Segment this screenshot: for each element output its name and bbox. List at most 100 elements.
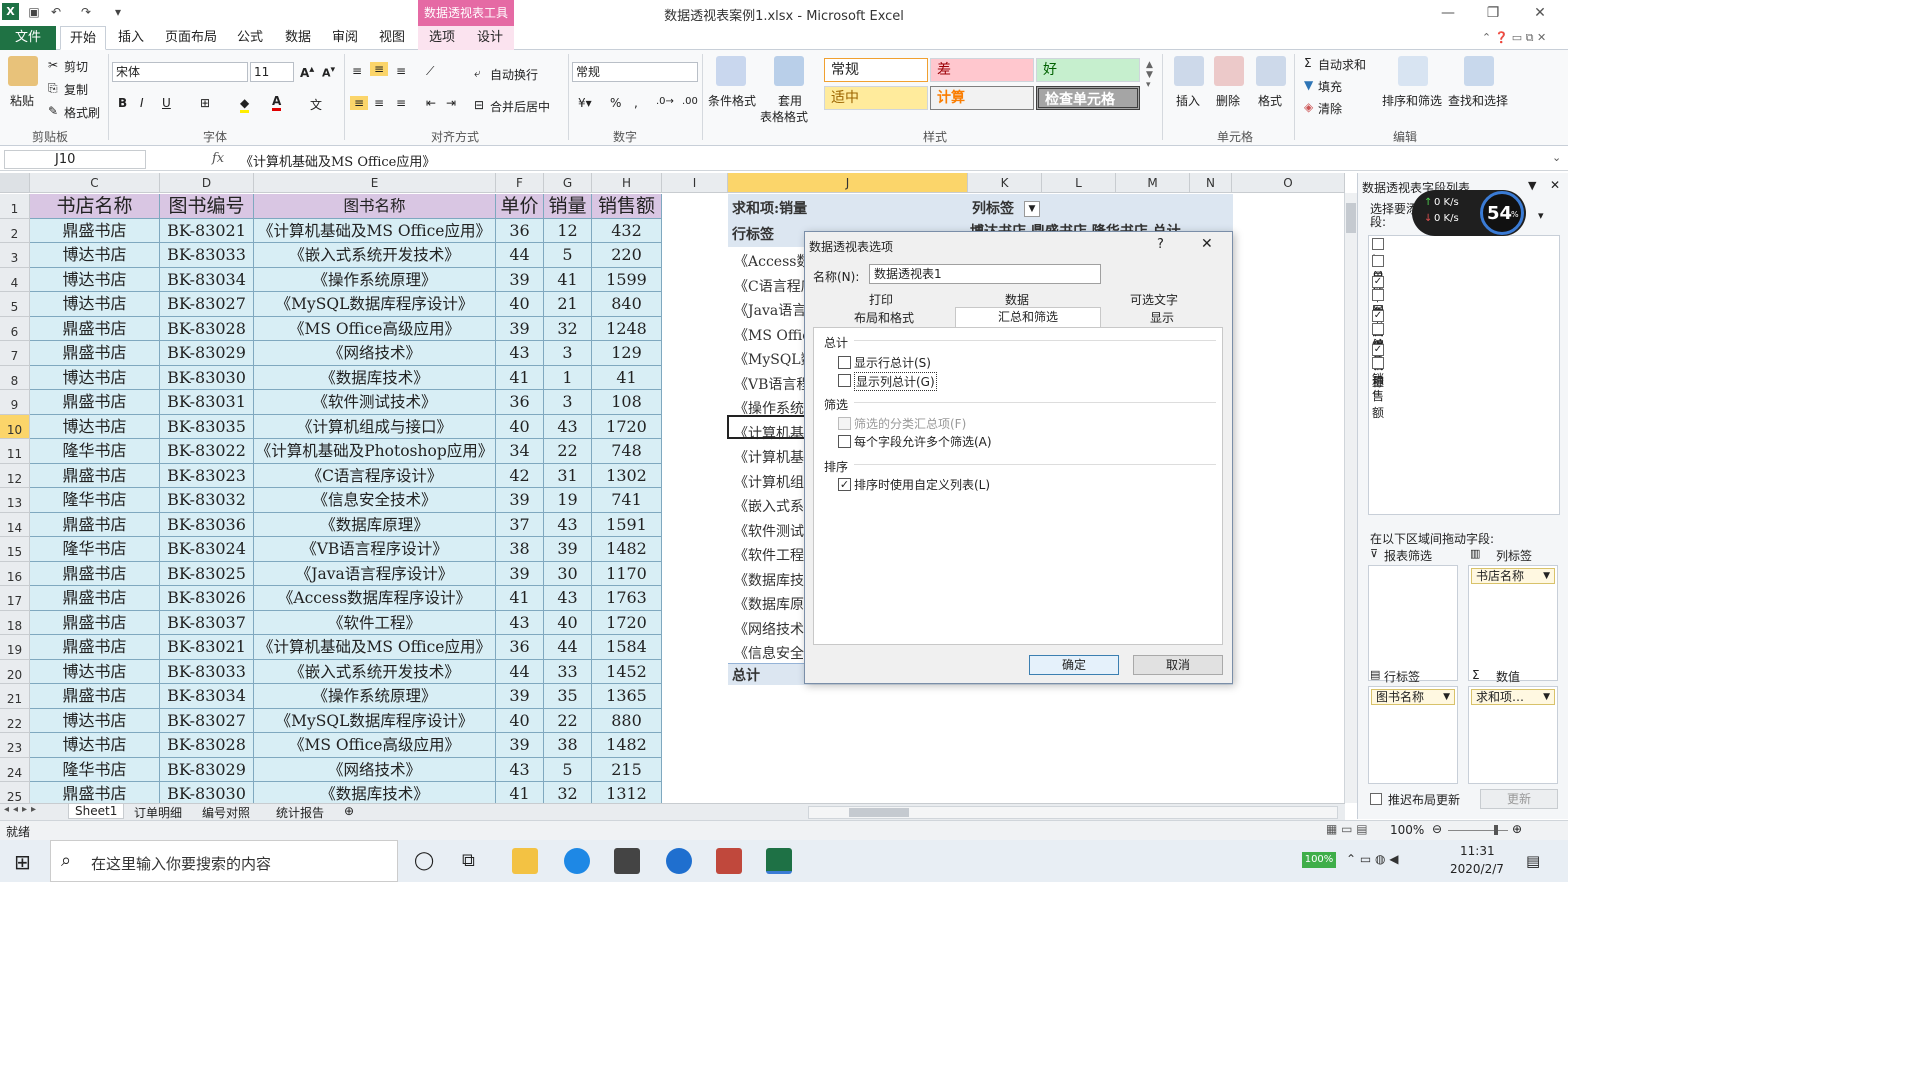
table-cell[interactable]: 鼎盛书店	[30, 512, 160, 537]
tab-file[interactable]: 文件	[0, 26, 56, 50]
new-sheet-icon[interactable]: ⊕	[344, 804, 354, 818]
row-header[interactable]: 5	[0, 292, 30, 317]
tab-insert[interactable]: 插入	[112, 26, 150, 50]
table-cell[interactable]: 博达书店	[30, 708, 160, 733]
row-field-chip[interactable]: 图书名称 ▼	[1371, 689, 1455, 705]
table-cell[interactable]: 42	[496, 463, 544, 488]
field-checkbox[interactable]: ✓	[1372, 310, 1384, 322]
zoom-slider[interactable]	[1448, 830, 1508, 831]
table-cell[interactable]: 《网络技术》	[254, 341, 496, 366]
table-header-cell[interactable]: 图书名称	[254, 194, 496, 219]
table-cell[interactable]: 隆华书店	[30, 439, 160, 464]
table-cell[interactable]: 1302	[592, 463, 662, 488]
table-cell[interactable]: BK-83022	[160, 439, 254, 464]
column-header-k[interactable]: K	[968, 173, 1042, 193]
table-cell[interactable]: 43	[544, 512, 592, 537]
column-field-chip[interactable]: 书店名称 ▼	[1471, 568, 1555, 584]
pivot-row-item[interactable]: 《网络技术	[734, 619, 806, 639]
table-cell[interactable]: BK-83028	[160, 316, 254, 341]
table-cell[interactable]: 44	[496, 659, 544, 684]
number-format-select[interactable]: 常规	[572, 62, 698, 82]
table-cell[interactable]: 41	[592, 365, 662, 390]
table-cell[interactable]: BK-83031	[160, 390, 254, 415]
tab-design[interactable]: 设计	[466, 26, 514, 50]
pivot-row-item[interactable]: 《数据库原	[734, 594, 806, 614]
font-color-icon[interactable]: A	[272, 94, 282, 111]
field-checkbox[interactable]: ✓	[1372, 276, 1384, 288]
table-cell[interactable]: 1720	[592, 610, 662, 635]
format-cells-icon[interactable]	[1256, 56, 1286, 86]
autosum-button[interactable]: 自动求和	[1318, 56, 1366, 73]
table-cell[interactable]: 《MS Office高级应用》	[254, 733, 496, 758]
italic-icon[interactable]: I	[140, 96, 144, 110]
table-cell[interactable]: 博达书店	[30, 659, 160, 684]
table-cell[interactable]: 《数据库原理》	[254, 512, 496, 537]
table-cell[interactable]: BK-83021	[160, 218, 254, 243]
table-cell[interactable]: BK-83033	[160, 243, 254, 268]
table-cell[interactable]: 41	[496, 586, 544, 611]
table-cell[interactable]: 748	[592, 439, 662, 464]
ribbon-window-controls[interactable]: ⌃ ❓ ▭ ⧉ ✕	[1464, 26, 1564, 50]
table-cell[interactable]: 隆华书店	[30, 757, 160, 782]
table-cell[interactable]: 5	[544, 243, 592, 268]
table-cell[interactable]: BK-83025	[160, 561, 254, 586]
table-cell[interactable]: 22	[544, 439, 592, 464]
table-header-cell[interactable]: 销量	[544, 194, 592, 219]
table-cell[interactable]: 19	[544, 488, 592, 513]
taskbar-search-box[interactable]: ⌕ 在这里输入你要搜索的内容	[50, 840, 398, 882]
table-cell[interactable]: 《C语言程序设计》	[254, 463, 496, 488]
align-right-icon[interactable]: ≡	[396, 96, 406, 110]
horizontal-scrollbar[interactable]	[808, 806, 1338, 819]
table-cell[interactable]: 3	[544, 341, 592, 366]
clock-app-icon[interactable]	[564, 848, 590, 874]
style-calculation[interactable]: 计算	[930, 86, 1034, 110]
table-cell[interactable]: 43	[496, 610, 544, 635]
format-as-table-icon[interactable]	[774, 56, 804, 86]
table-cell[interactable]: 40	[496, 292, 544, 317]
table-cell[interactable]: 鼎盛书店	[30, 463, 160, 488]
dialog-tab-alt-text[interactable]: 可选文字	[1085, 291, 1223, 309]
conditional-format-button[interactable]: 条件格式	[708, 92, 756, 109]
table-cell[interactable]: 39	[496, 267, 544, 292]
row-header[interactable]: 7	[0, 341, 30, 366]
field-checkbox[interactable]: ✓	[1372, 344, 1384, 356]
table-cell[interactable]: BK-83030	[160, 782, 254, 803]
table-header-cell[interactable]: 图书编号	[160, 194, 254, 219]
format-as-table-button[interactable]: 套用	[778, 92, 802, 109]
zoom-out-icon[interactable]: ⊖	[1432, 822, 1442, 836]
decrease-decimal-icon[interactable]: .00	[682, 96, 698, 107]
dialog-close-icon[interactable]: ✕	[1201, 236, 1213, 252]
table-cell[interactable]: 《数据库技术》	[254, 782, 496, 803]
cancel-button[interactable]: 取消	[1133, 655, 1223, 675]
column-header-l[interactable]: L	[1042, 173, 1116, 193]
row-header[interactable]: 17	[0, 586, 30, 611]
field-item[interactable]: 销售额	[1372, 356, 1387, 421]
style-neutral[interactable]: 适中	[824, 86, 928, 110]
store-icon[interactable]	[716, 848, 742, 874]
task-view-icon[interactable]: ⧉	[462, 850, 475, 871]
table-cell[interactable]: 《软件测试技术》	[254, 390, 496, 415]
row-header[interactable]: 3	[0, 243, 30, 268]
table-cell[interactable]: 38	[544, 733, 592, 758]
table-cell[interactable]: 43	[544, 414, 592, 439]
table-cell[interactable]: 220	[592, 243, 662, 268]
table-cell[interactable]: BK-83036	[160, 512, 254, 537]
tab-page-layout[interactable]: 页面布局	[160, 26, 222, 50]
excel-taskbar-icon[interactable]	[766, 848, 792, 874]
table-cell[interactable]: 鼎盛书店	[30, 635, 160, 660]
table-cell[interactable]: 博达书店	[30, 267, 160, 292]
insert-cells-button[interactable]: 插入	[1176, 92, 1200, 109]
cut-button[interactable]: 剪切	[64, 58, 88, 75]
style-bad[interactable]: 差	[930, 58, 1034, 82]
table-cell[interactable]: 32	[544, 782, 592, 803]
row-header[interactable]: 4	[0, 267, 30, 292]
report-filter-area[interactable]	[1368, 565, 1458, 681]
table-header-cell[interactable]: 书店名称	[30, 194, 160, 219]
clear-button[interactable]: 清除	[1318, 100, 1342, 117]
tab-home[interactable]: 开始	[60, 26, 106, 50]
align-center-icon[interactable]: ≡	[374, 96, 384, 110]
fill-button[interactable]: 填充	[1318, 78, 1342, 95]
table-cell[interactable]: BK-83035	[160, 414, 254, 439]
orientation-icon[interactable]: ⟋	[426, 64, 434, 79]
table-cell[interactable]: 《MS Office高级应用》	[254, 316, 496, 341]
